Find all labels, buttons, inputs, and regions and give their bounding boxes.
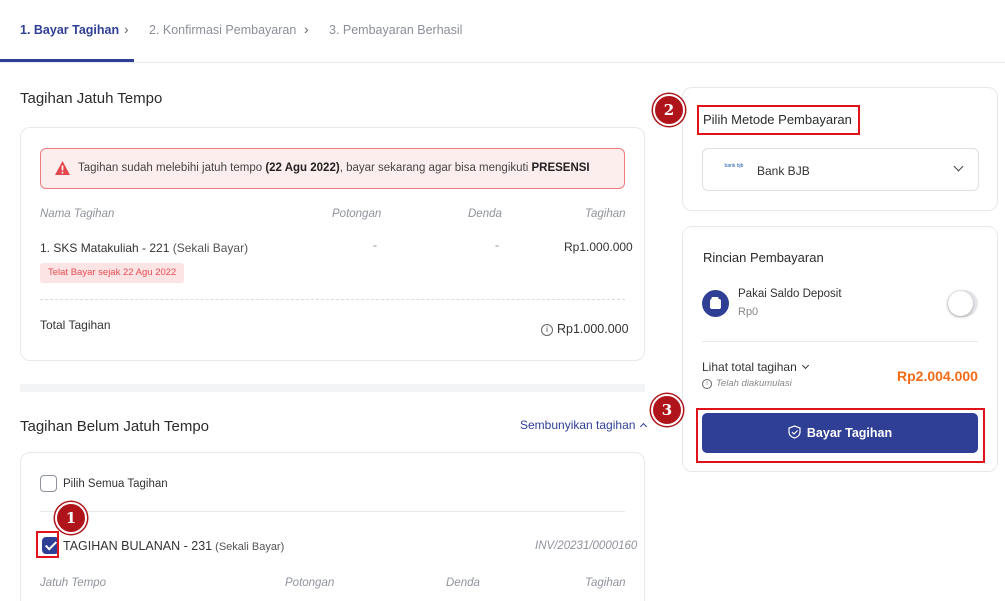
header-tagihan: Tagihan (585, 577, 626, 589)
hide-bills-link[interactable]: Sembunyikan tagihan (520, 418, 648, 432)
upcoming-section-title: Tagihan Belum Jatuh Tempo (20, 418, 210, 435)
divider (702, 341, 978, 342)
toggle-knob (948, 291, 973, 316)
view-total-toggle[interactable]: Lihat total tagihan (702, 360, 809, 374)
payment-method-select[interactable]: bank bjb Bank BJB (702, 148, 979, 191)
annotation-box-pay-button (696, 408, 985, 463)
breadcrumb: 1. Bayar Tagihan › 2. Konfirmasi Pembaya… (0, 0, 1005, 63)
chevron-right-icon: › (304, 21, 309, 37)
wallet-icon (702, 290, 729, 317)
annotation-badge-3: 3 (651, 394, 683, 426)
annotation-box-checkbox (36, 531, 59, 558)
chevron-down-icon (801, 361, 809, 370)
header-nama-tagihan: Nama Tagihan (40, 208, 115, 220)
section-separator (20, 384, 645, 392)
breadcrumb-step-berhasil: 3. Pembayaran Berhasil (329, 23, 463, 37)
deposit-value: Rp0 (738, 306, 759, 318)
header-potongan: Potongan (285, 577, 335, 589)
grand-total-value: Rp2.004.000 (897, 368, 978, 384)
annotation-box-payment-method (697, 105, 860, 135)
divider (40, 299, 625, 300)
late-payment-badge: Telat Bayar sejak 22 Agu 2022 (40, 263, 185, 283)
breadcrumb-step-konfirmasi: 2. Konfirmasi Pembayaran (149, 23, 297, 37)
bank-bjb-logo: bank bjb (724, 163, 744, 169)
accumulated-note: i Telah diakumulasi (702, 378, 792, 389)
total-bill-value: i Rp1.000.000 (541, 322, 629, 336)
bill-item-amount: Rp1.000.000 (564, 240, 633, 254)
header-denda: Denda (446, 577, 480, 589)
overdue-alert: Tagihan sudah melebihi jatuh tempo (22 A… (40, 148, 625, 189)
deposit-label: Pakai Saldo Deposit (738, 288, 842, 300)
chevron-right-icon: › (124, 21, 129, 37)
info-icon: i (702, 379, 712, 389)
select-all-checkbox[interactable] (40, 475, 57, 492)
annotation-badge-1: 1 (55, 502, 87, 534)
warning-icon (55, 161, 70, 175)
wallet-glyph (710, 297, 721, 309)
divider (40, 511, 625, 512)
header-potongan: Potongan (332, 208, 382, 220)
select-all-label: Pilih Semua Tagihan (63, 478, 168, 490)
bill-item-name: 1. SKS Matakuliah - 221 (Sekali Bayar) (40, 241, 249, 255)
header-denda: Denda (468, 208, 502, 220)
active-step-underline (0, 59, 134, 62)
header-jatuh-tempo: Jatuh Tempo (40, 577, 107, 589)
selected-payment-method: Bank BJB (757, 164, 810, 178)
deposit-toggle[interactable] (947, 290, 978, 317)
overdue-section-title: Tagihan Jatuh Tempo (20, 90, 163, 107)
info-icon: i (541, 324, 553, 336)
chevron-up-icon (640, 422, 648, 431)
chevron-down-icon (953, 161, 964, 172)
bill-item-discount: - (373, 238, 377, 252)
header-tagihan: Tagihan (585, 208, 626, 220)
breadcrumb-step-bayar-tagihan[interactable]: 1. Bayar Tagihan (20, 23, 119, 37)
alert-message: Tagihan sudah melebihi jatuh tempo (22 A… (78, 162, 590, 174)
upcoming-item-name: TAGIHAN BULANAN - 231 (Sekali Bayar) (63, 539, 285, 553)
annotation-badge-2: 2 (653, 94, 685, 126)
payment-details-title: Rincian Pembayaran (703, 250, 824, 265)
invoice-number: INV/20231/0000160 (535, 540, 638, 552)
total-bill-label: Total Tagihan (40, 318, 111, 332)
bill-item-fine: - (495, 238, 499, 252)
